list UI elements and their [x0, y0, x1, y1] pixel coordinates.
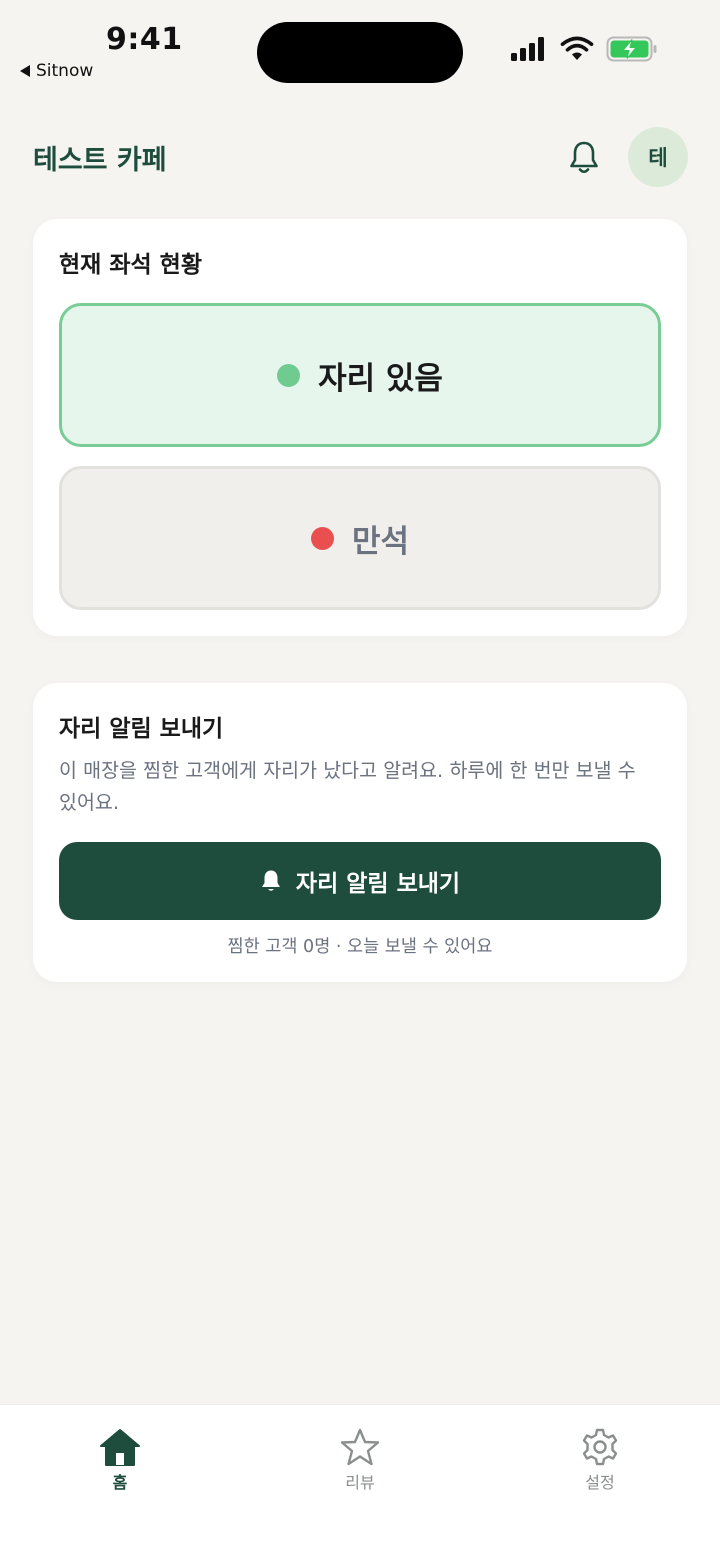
- seat-available-option[interactable]: 자리 있음: [59, 303, 661, 447]
- available-label: 자리 있음: [318, 360, 443, 397]
- battery-charging-icon: [606, 36, 657, 62]
- back-to-app-link[interactable]: Sitnow: [20, 61, 93, 81]
- bell-icon: [570, 141, 598, 174]
- dynamic-island: [257, 22, 463, 83]
- status-icons: [510, 36, 658, 62]
- full-label: 만석: [351, 523, 410, 560]
- seat-full-option[interactable]: 만석: [59, 466, 661, 610]
- store-title: 테스트 카페: [33, 145, 167, 176]
- tab-settings[interactable]: 설정: [540, 1427, 660, 1493]
- tab-home[interactable]: 홈: [60, 1427, 180, 1493]
- back-arrow-icon: [20, 65, 30, 77]
- available-dot-icon: [277, 363, 301, 387]
- bell-icon: [261, 870, 280, 891]
- send-meta-text: 찜한 고객 0명 · 오늘 보낼 수 있어요: [227, 937, 493, 957]
- home-icon: [100, 1429, 140, 1466]
- full-dot-icon: [310, 526, 334, 550]
- notifications-button[interactable]: [562, 136, 606, 180]
- tab-home-label: 홈: [112, 1473, 128, 1492]
- seat-alert-card: 자리 알림 보내기 이 매장을 찜한 고객에게 자리가 났다고 알려요. 하루에…: [33, 683, 687, 982]
- seat-alert-description: 이 매장을 찜한 고객에게 자리가 났다고 알려요. 하루에 한 번만 보낼 수…: [59, 759, 636, 814]
- wifi-icon: [560, 36, 594, 60]
- send-button-label: 자리 알림 보내기: [295, 871, 461, 897]
- seat-status-title: 현재 좌석 현황: [59, 252, 202, 278]
- star-icon: [340, 1428, 380, 1466]
- profile-avatar[interactable]: 테: [628, 127, 688, 187]
- send-seat-alert-button[interactable]: 자리 알림 보내기: [59, 842, 661, 920]
- status-time: 9:41: [106, 22, 183, 57]
- bottom-tab-bar: 홈 리뷰 설정: [0, 1404, 720, 1564]
- gear-icon: [582, 1428, 618, 1466]
- app-screen: 9:41 Sitnow 테스트 카페 테 현재 좌석 현황 자리 있음 만석 자…: [0, 0, 720, 1564]
- tab-settings-label: 설정: [585, 1473, 615, 1492]
- seat-alert-title: 자리 알림 보내기: [59, 716, 224, 742]
- back-app-label: Sitnow: [36, 61, 94, 81]
- signal-icon: [511, 37, 544, 61]
- seat-status-card: 현재 좌석 현황 자리 있음 만석: [33, 219, 687, 636]
- tab-review-label: 리뷰: [345, 1473, 375, 1492]
- avatar-initial: 테: [648, 146, 668, 170]
- tab-review[interactable]: 리뷰: [300, 1427, 420, 1493]
